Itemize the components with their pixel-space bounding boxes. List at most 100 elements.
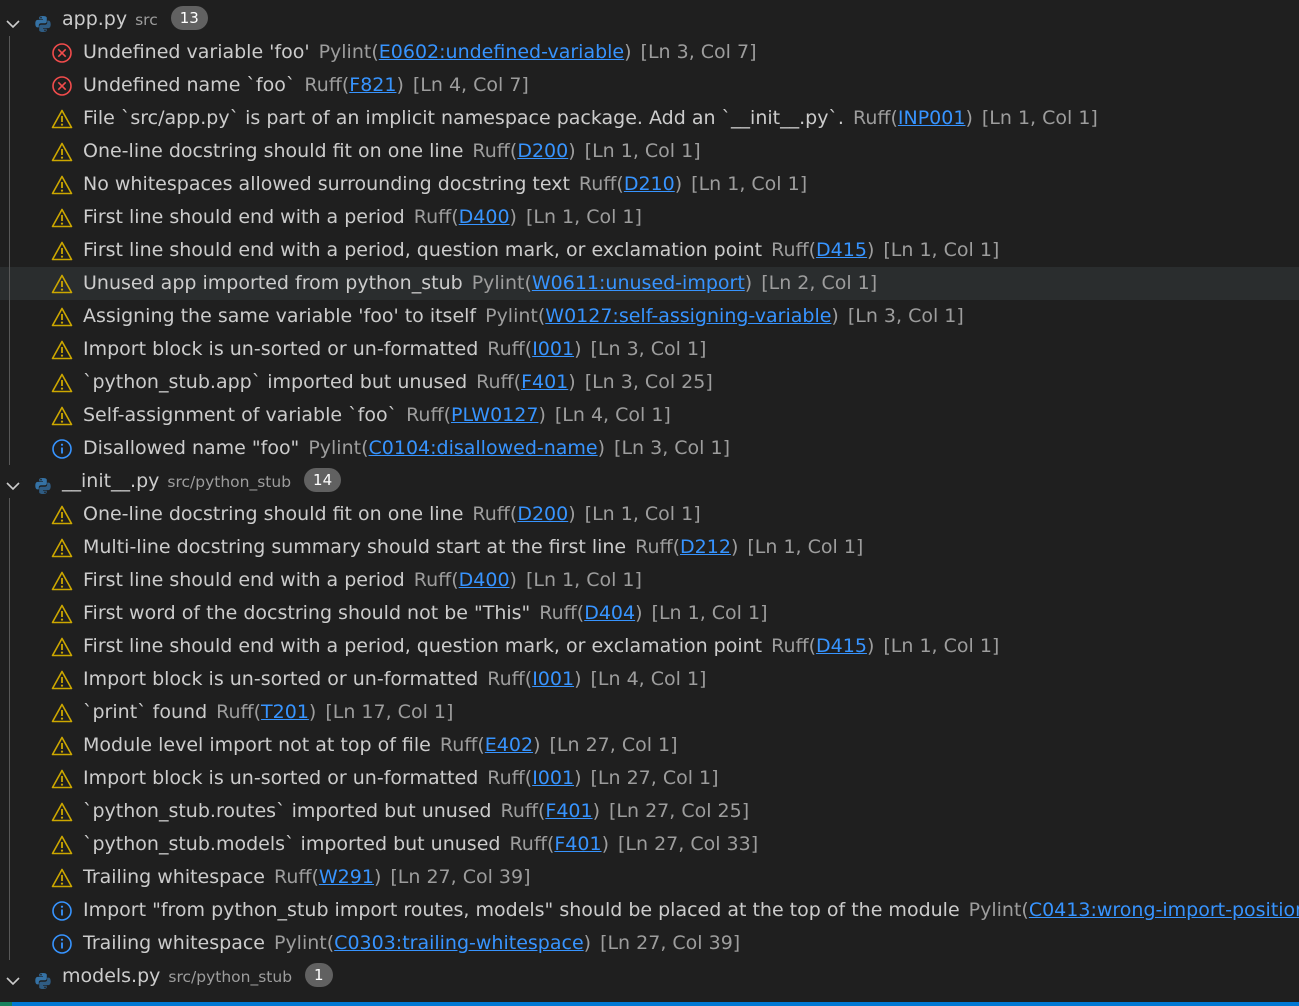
file-path: src bbox=[135, 11, 158, 29]
close-paren: ) bbox=[592, 800, 601, 822]
warning-icon bbox=[51, 702, 73, 724]
close-paren: ) bbox=[568, 503, 576, 525]
rule-code-link[interactable]: W0127:self-assigning-variable bbox=[545, 305, 831, 327]
open-paren: ( bbox=[524, 272, 532, 294]
problem-row[interactable]: Module level import not at top of file Ru… bbox=[0, 729, 1299, 762]
rule-code-link[interactable]: D400 bbox=[459, 206, 510, 228]
rule-code-link[interactable]: I001 bbox=[532, 767, 574, 789]
file-path: src/python_stub bbox=[167, 473, 292, 491]
open-paren: ( bbox=[451, 206, 459, 228]
problem-count-badge: 14 bbox=[304, 468, 342, 492]
open-paren: ( bbox=[371, 41, 379, 63]
file-name: models.py bbox=[62, 965, 161, 987]
problem-row[interactable]: First line should end with a period Ruff(… bbox=[0, 564, 1299, 597]
chevron-down-icon[interactable] bbox=[4, 473, 22, 491]
rule-code-link[interactable]: F821 bbox=[349, 74, 396, 96]
remote-indicator[interactable] bbox=[0, 1002, 12, 1006]
problem-source: Pylint bbox=[273, 932, 327, 954]
rule-code-link[interactable]: D212 bbox=[680, 536, 731, 558]
problem-row[interactable]: Undefined variable 'foo' Pylint(E0602:und… bbox=[0, 36, 1299, 69]
rule-code-link[interactable]: I001 bbox=[532, 338, 574, 360]
chevron-down-icon[interactable] bbox=[4, 968, 22, 986]
problem-location: [Ln 4, Col 1] bbox=[590, 668, 707, 690]
file-group-header[interactable]: models.py src/python_stub 1 bbox=[0, 960, 1299, 993]
warning-icon bbox=[51, 570, 73, 592]
rule-code-link[interactable]: F401 bbox=[521, 371, 568, 393]
problem-row[interactable]: First line should end with a period, que… bbox=[0, 234, 1299, 267]
problem-row[interactable]: Self-assignment of variable `foo` Ruff(PL… bbox=[0, 399, 1299, 432]
rule-code-link[interactable]: D415 bbox=[816, 635, 867, 657]
problem-row[interactable]: No whitespaces allowed surrounding docst… bbox=[0, 168, 1299, 201]
problem-location: [Ln 27, Col 33] bbox=[617, 833, 759, 855]
close-paren: ) bbox=[635, 602, 643, 624]
rule-code-link[interactable]: T201 bbox=[261, 701, 309, 723]
problem-row[interactable]: `python_stub.app` imported but unused Ruf… bbox=[0, 366, 1299, 399]
problem-row[interactable]: Disallowed name "foo" Pylint(C0104:disall… bbox=[0, 432, 1299, 465]
problem-row[interactable]: One-line docstring should fit on one lin… bbox=[0, 135, 1299, 168]
file-group-header[interactable]: __init__.py src/python_stub 14 bbox=[0, 465, 1299, 498]
open-paren: ( bbox=[311, 866, 319, 888]
rule-code-link[interactable]: I001 bbox=[532, 668, 574, 690]
problem-location: [Ln 1, Col 1] bbox=[525, 569, 642, 591]
problem-row[interactable]: Import block is un-sorted or un-formatte… bbox=[0, 333, 1299, 366]
rule-code-link[interactable]: D210 bbox=[624, 173, 675, 195]
chevron-down-icon[interactable] bbox=[4, 11, 22, 29]
problem-row[interactable]: Assigning the same variable 'foo' to its… bbox=[0, 300, 1299, 333]
problem-location: [Ln 3, Col 1] bbox=[590, 338, 707, 360]
problem-row[interactable]: `python_stub.models` imported but unused… bbox=[0, 828, 1299, 861]
rule-code-link[interactable]: W291 bbox=[319, 866, 374, 888]
problem-row[interactable]: Import block is un-sorted or un-formatte… bbox=[0, 762, 1299, 795]
problem-message: No whitespaces allowed surrounding docst… bbox=[83, 173, 570, 195]
rule-code-link[interactable]: E402 bbox=[485, 734, 533, 756]
problem-row[interactable]: `python_stub.routes` imported but unused… bbox=[0, 795, 1299, 828]
problem-message: Undefined name `foo` bbox=[83, 74, 296, 96]
warning-icon bbox=[51, 141, 73, 163]
rule-code-link[interactable]: C0303:trailing-whitespace bbox=[334, 932, 583, 954]
problem-source: Ruff bbox=[413, 206, 452, 228]
problem-source: Ruff bbox=[439, 734, 478, 756]
rule-code-link[interactable]: D404 bbox=[584, 602, 635, 624]
problem-row[interactable]: `print` found Ruff(T201) [Ln 17, Col 1] bbox=[0, 696, 1299, 729]
rule-code-link[interactable]: D415 bbox=[816, 239, 867, 261]
rule-code-link[interactable]: INP001 bbox=[898, 107, 966, 129]
warning-icon bbox=[51, 603, 73, 625]
problem-message: Import block is un-sorted or un-formatte… bbox=[83, 668, 479, 690]
problem-row[interactable]: Multi-line docstring summary should star… bbox=[0, 531, 1299, 564]
info-icon bbox=[51, 900, 73, 922]
rule-code-link[interactable]: C0413:wrong-import-position bbox=[1029, 899, 1299, 921]
problem-message: Trailing whitespace bbox=[83, 866, 265, 888]
problem-row[interactable]: Trailing whitespace Ruff(W291) [Ln 27, Col… bbox=[0, 861, 1299, 894]
problem-source: Ruff bbox=[476, 371, 514, 393]
problem-row[interactable]: Trailing whitespace Pylint(C0303:trailing… bbox=[0, 927, 1299, 960]
open-paren: ( bbox=[890, 107, 898, 129]
problem-row[interactable]: Import block is un-sorted or un-formatte… bbox=[0, 663, 1299, 696]
problem-row[interactable]: File `src/app.py` is part of an implicit… bbox=[0, 102, 1299, 135]
open-paren: ( bbox=[451, 569, 459, 591]
rule-code-link[interactable]: D200 bbox=[517, 140, 568, 162]
problem-message: `python_stub.routes` imported but unused bbox=[83, 800, 492, 822]
problem-row[interactable]: Undefined name `foo` Ruff(F821) [Ln 4, Col… bbox=[0, 69, 1299, 102]
rule-code-link[interactable]: F401 bbox=[554, 833, 601, 855]
problem-message: `python_stub.app` imported but unused bbox=[83, 371, 468, 393]
problem-row[interactable]: First line should end with a period Ruff(… bbox=[0, 201, 1299, 234]
rule-code-link[interactable]: C0104:disallowed-name bbox=[369, 437, 598, 459]
rule-code-link[interactable]: E0602:undefined-variable bbox=[379, 41, 624, 63]
rule-code-link[interactable]: D400 bbox=[459, 569, 510, 591]
open-paren: ( bbox=[808, 635, 817, 657]
warning-icon bbox=[51, 636, 73, 658]
problem-row[interactable]: One-line docstring should fit on one lin… bbox=[0, 498, 1299, 531]
problem-row[interactable]: Unused app imported from python_stub Pyli… bbox=[0, 267, 1299, 300]
rule-code-link[interactable]: W0611:unused-import bbox=[532, 272, 745, 294]
rule-code-link[interactable]: F401 bbox=[545, 800, 592, 822]
file-group-header[interactable]: app.py src 13 bbox=[0, 3, 1299, 36]
problem-row[interactable]: First word of the docstring should not b… bbox=[0, 597, 1299, 630]
problem-row[interactable]: First line should end with a period, que… bbox=[0, 630, 1299, 663]
rule-code-link[interactable]: D200 bbox=[517, 503, 568, 525]
problem-row[interactable]: Import "from python_stub import routes, … bbox=[0, 894, 1299, 927]
rule-code-link[interactable]: PLW0127 bbox=[451, 404, 538, 426]
close-paren: ) bbox=[574, 338, 582, 360]
close-paren: ) bbox=[396, 74, 404, 96]
python-file-icon bbox=[34, 473, 52, 494]
problem-source: Ruff bbox=[273, 866, 312, 888]
problem-source: Ruff bbox=[406, 404, 444, 426]
